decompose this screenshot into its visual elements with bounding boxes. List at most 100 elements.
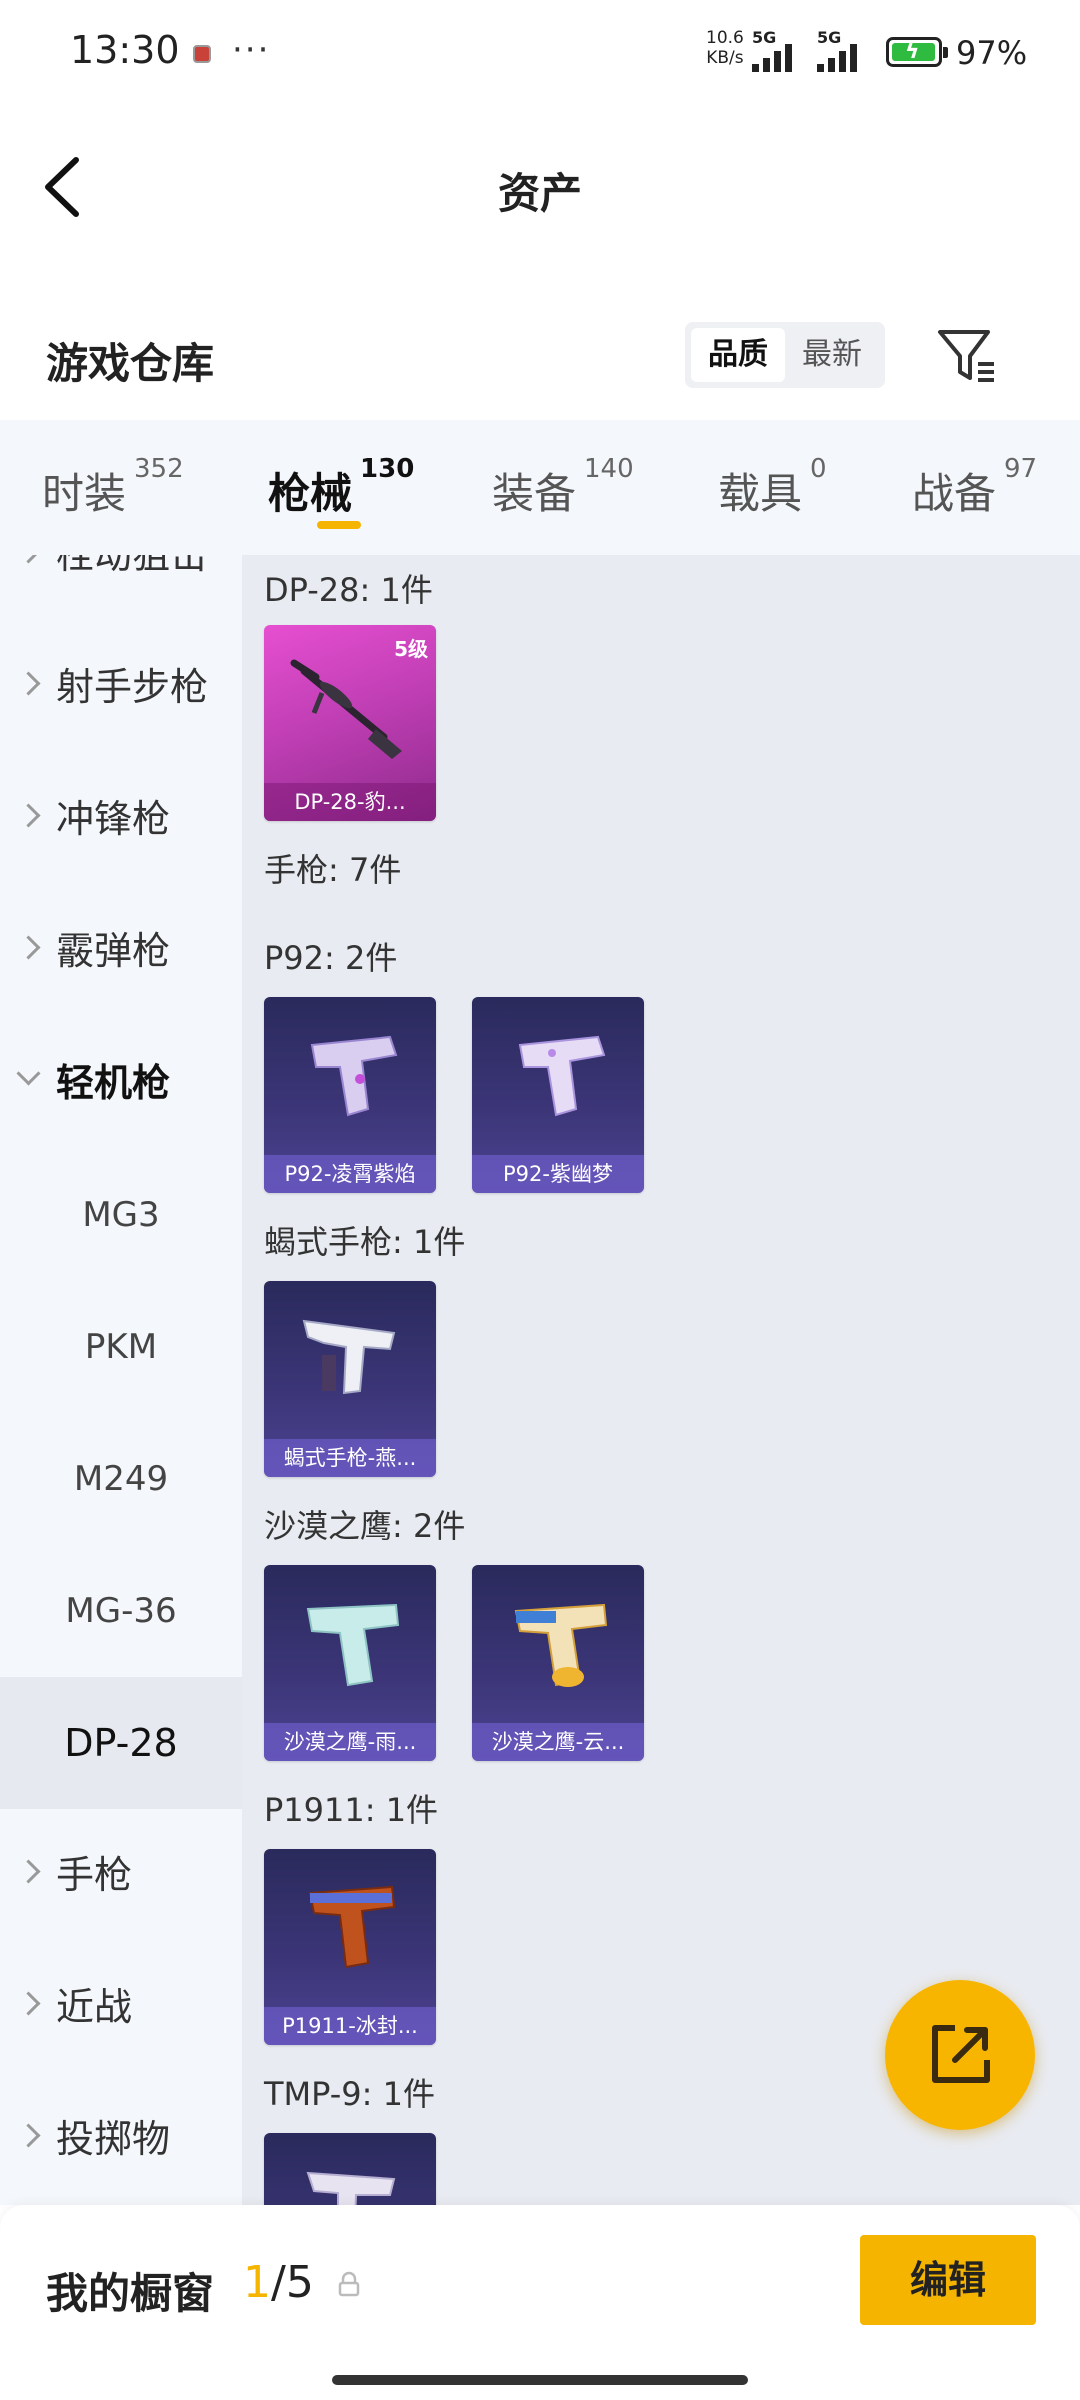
sidebar-item-lmg[interactable]: 轻机枪: [0, 1017, 242, 1149]
showcase-current: 1: [243, 2257, 271, 2308]
group-header-p1911: P1911: 1件: [264, 1791, 439, 1829]
sidebar-sub-m249[interactable]: M249: [0, 1413, 242, 1545]
pistol-icon: [308, 1885, 396, 1969]
weapon-card-name: P92-紫幽梦: [472, 1155, 644, 1193]
tab-count: 352: [134, 454, 184, 484]
chevron-right-icon: [16, 935, 41, 960]
pistol-icon: [518, 1035, 606, 1117]
sidebar-item-label: 冲锋枪: [56, 797, 171, 841]
more-notifications-icon: ···: [232, 30, 271, 70]
tab-count: 97: [1004, 454, 1038, 484]
warehouse-title: 游戏仓库: [46, 339, 215, 388]
weapon-card-scorpion[interactable]: 蝎式手枪-燕...: [264, 1281, 436, 1477]
weapon-card-p1911[interactable]: P1911-冰封...: [264, 1849, 436, 2045]
edit-button[interactable]: 编辑: [860, 2235, 1036, 2325]
filter-button[interactable]: [934, 324, 998, 388]
active-tab-indicator: [317, 521, 361, 529]
tab-count: 130: [360, 454, 415, 484]
tab-label: 枪械: [268, 469, 353, 518]
weapon-card-name: 沙漠之鹰-云...: [472, 1723, 644, 1761]
battery-percent: 97%: [956, 34, 1028, 72]
pistol-icon: [514, 1603, 608, 1687]
sidebar-item-label: 轻机枪: [56, 1061, 171, 1105]
sidebar-item-label: 近战: [56, 1985, 133, 2029]
weapon-card-p92-1[interactable]: P92-凌霄紫焰: [264, 997, 436, 1193]
weapon-card-tmp9[interactable]: [264, 2133, 436, 2205]
category-tabs: 时装 352 枪械 130 装备 140 载具 0 战备 97: [0, 420, 1080, 555]
sort-newest-button[interactable]: 最新: [785, 328, 879, 382]
lock-icon: [338, 2271, 360, 2297]
app-notification-icon: [193, 45, 211, 63]
showcase-total: /5: [271, 2257, 314, 2308]
tab-count: 0: [810, 454, 827, 484]
nav-bar: 资产: [0, 110, 1080, 260]
chevron-right-icon: [16, 671, 41, 696]
group-header-dp28: DP-28: 1件: [264, 571, 433, 609]
chevron-right-icon: [16, 555, 41, 564]
pistol-icon: [310, 1035, 398, 1117]
share-button[interactable]: [885, 1980, 1035, 2130]
chevron-right-icon: [16, 1991, 41, 2016]
weapon-card-p92-2[interactable]: P92-紫幽梦: [472, 997, 644, 1193]
sidebar-sub-dp28[interactable]: DP-28: [0, 1677, 242, 1809]
weapon-type-sidebar: 栓动狙击 射手步枪 冲锋枪 霰弹枪 轻机枪 MG3 PKM M249 MG-36…: [0, 555, 242, 2205]
tab-firearms[interactable]: 枪械 130: [268, 454, 414, 521]
tab-label: 载具: [718, 469, 803, 518]
showcase-bar: 我的橱窗 1/5 编辑: [0, 2205, 1080, 2400]
weapon-list: DP-28: 1件 5级 DP-28-豹... 手枪: 7件 P92: 2件 P…: [242, 555, 1080, 2205]
sidebar-item-shotgun[interactable]: 霰弹枪: [0, 885, 242, 1017]
status-time: 13:30: [70, 28, 180, 72]
weapon-card-name: P92-凌霄紫焰: [264, 1155, 436, 1193]
sidebar-item-melee[interactable]: 近战: [0, 1941, 242, 2073]
weapon-card-name: 蝎式手枪-燕...: [264, 1439, 436, 1477]
battery-icon: ϟ: [886, 37, 948, 67]
pistol-icon: [302, 1319, 396, 1395]
warehouse-header: 游戏仓库 品质 最新: [0, 300, 1080, 420]
chevron-right-icon: [16, 803, 41, 828]
filter-icon: [938, 330, 994, 382]
level-badge: 5级: [394, 637, 428, 661]
sort-quality-button[interactable]: 品质: [691, 328, 785, 382]
sidebar-item-smg[interactable]: 冲锋枪: [0, 753, 242, 885]
sidebar-sub-mg36[interactable]: MG-36: [0, 1545, 242, 1677]
weapon-card-dp28[interactable]: 5级 DP-28-豹...: [264, 625, 436, 821]
home-indicator[interactable]: [332, 2375, 748, 2385]
sidebar-item-marksman-rifle[interactable]: 射手步枪: [0, 621, 242, 753]
group-header-p92: P92: 2件: [264, 939, 398, 977]
weapon-card-name: DP-28-豹...: [264, 783, 436, 821]
page-title: 资产: [497, 169, 582, 218]
tab-equipment[interactable]: 装备 140: [492, 454, 634, 521]
group-header-tmp9: TMP-9: 1件: [264, 2075, 435, 2113]
sidebar-item-throwables[interactable]: 投掷物: [0, 2073, 242, 2205]
group-header-pistol: 手枪: 7件: [264, 851, 402, 889]
showcase-count: 1/5: [243, 2257, 314, 2308]
sidebar-item-pistol[interactable]: 手枪: [0, 1809, 242, 1941]
sidebar-sub-pkm[interactable]: PKM: [0, 1281, 242, 1413]
tab-vehicles[interactable]: 载具 0: [718, 454, 827, 521]
pistol-icon: [306, 2171, 396, 2205]
group-header-scorpion: 蝎式手枪: 1件: [264, 1223, 466, 1261]
tab-label: 战备: [912, 469, 997, 518]
share-icon: [932, 2025, 990, 2083]
sidebar-item-label: 手枪: [56, 1853, 133, 1897]
tab-label: 装备: [492, 469, 577, 518]
tab-fashion[interactable]: 时装 352: [42, 454, 184, 521]
weapon-card-deagle-1[interactable]: 沙漠之鹰-雨...: [264, 1565, 436, 1761]
network-speed-value: 10.6: [706, 28, 744, 48]
weapon-card-name: P1911-冰封...: [264, 2007, 436, 2045]
chevron-right-icon: [16, 1859, 41, 1884]
pistol-icon: [306, 1603, 400, 1687]
tab-supplies[interactable]: 战备 97: [912, 454, 1037, 521]
sidebar-item-bolt-sniper[interactable]: 栓动狙击: [0, 555, 242, 621]
group-header-deagle: 沙漠之鹰: 2件: [264, 1507, 466, 1545]
chevron-right-icon: [16, 2123, 41, 2148]
weapon-card-deagle-2[interactable]: 沙漠之鹰-云...: [472, 1565, 644, 1761]
weapon-card-name: 沙漠之鹰-雨...: [264, 1723, 436, 1761]
sidebar-item-label: 霰弹枪: [56, 929, 171, 973]
sidebar-sub-mg3[interactable]: MG3: [0, 1149, 242, 1281]
showcase-title: 我的橱窗: [46, 2269, 215, 2318]
sidebar-item-label: 投掷物: [56, 2117, 171, 2161]
chevron-down-icon: [16, 1061, 41, 1086]
sort-toggle: 品质 最新: [685, 322, 885, 388]
tab-label: 时装: [42, 469, 127, 518]
